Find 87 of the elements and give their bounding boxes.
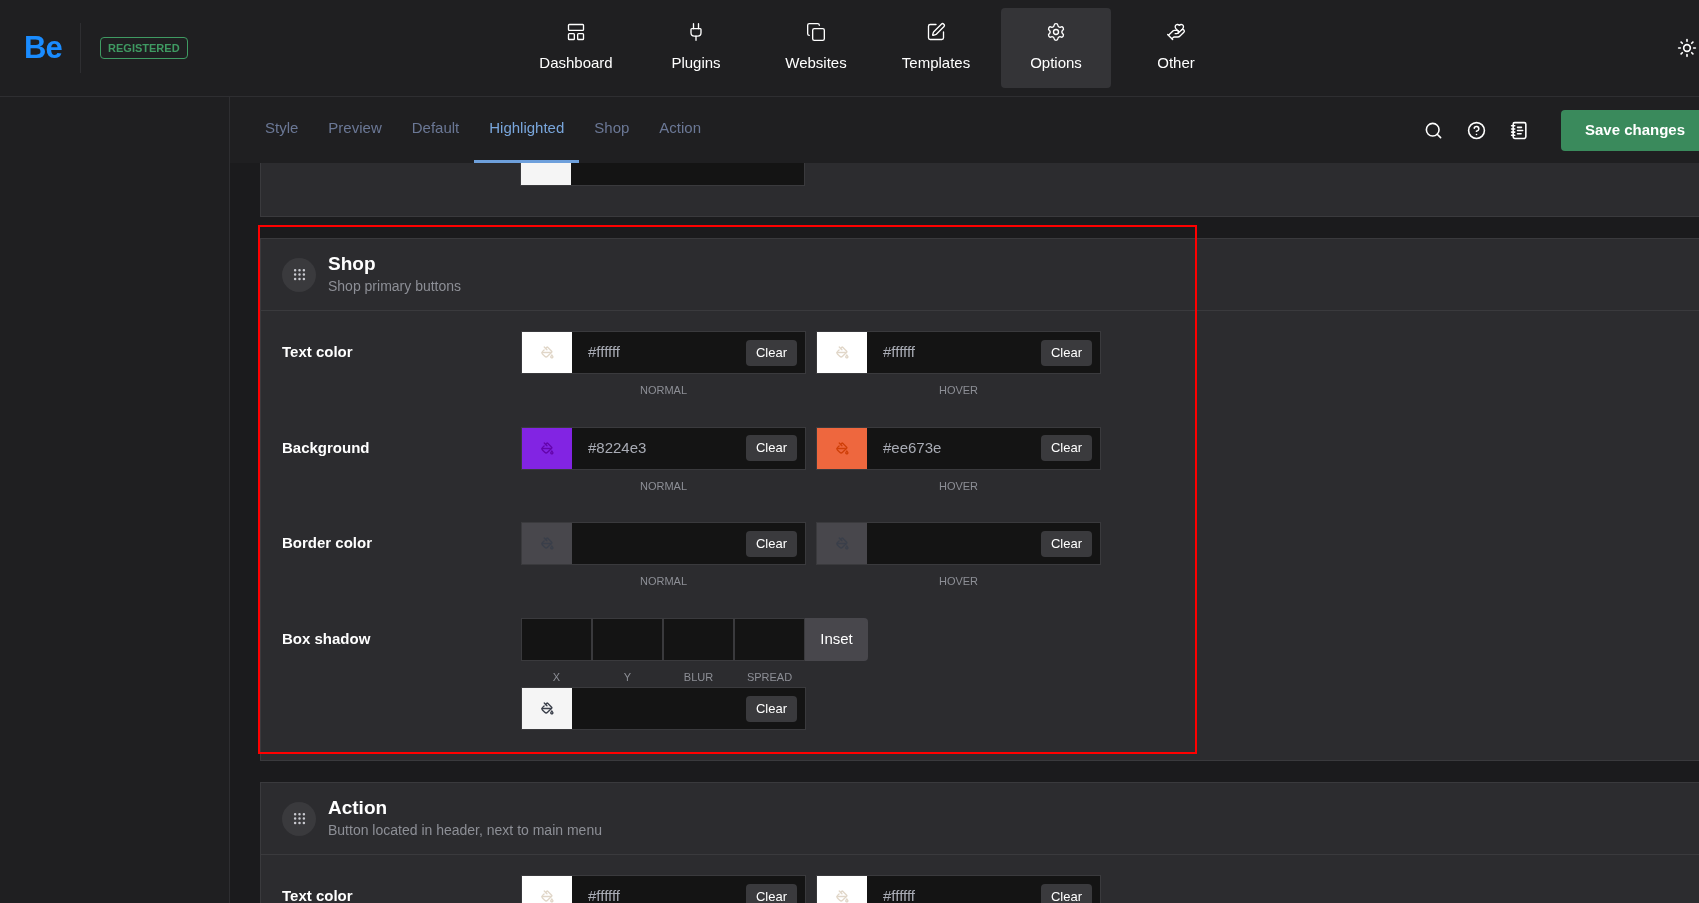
- field-caption: NORMAL: [639, 478, 688, 494]
- clear-button[interactable]: Clear: [745, 339, 797, 366]
- color-field[interactable]: Clear: [816, 522, 1101, 565]
- search-icon[interactable]: [1423, 120, 1443, 140]
- registered-badge: REGISTERED: [100, 36, 188, 60]
- field-caption: Y: [623, 669, 632, 685]
- row-label: Text color: [282, 886, 353, 903]
- nav-icon: [1046, 21, 1066, 42]
- field-caption: X: [552, 669, 561, 685]
- field-caption: NORMAL: [639, 383, 688, 398]
- nav-item[interactable]: Websites: [761, 8, 871, 88]
- color-field[interactable]: Clear: [521, 522, 806, 565]
- save-changes-button[interactable]: Save changes: [1560, 109, 1699, 151]
- clear-button[interactable]: Clear: [745, 883, 797, 903]
- color-swatch[interactable]: [817, 523, 867, 564]
- tab[interactable]: Shop: [579, 97, 645, 163]
- color-value: #ffffff: [588, 342, 620, 363]
- theme-sun-icon[interactable]: [1677, 38, 1697, 58]
- clear-button[interactable]: Clear: [1040, 339, 1092, 366]
- color-value: #ee673e: [883, 437, 942, 458]
- nav-icon: [926, 21, 946, 42]
- clear-button[interactable]: Clear: [745, 435, 797, 461]
- color-value: #8224e3: [588, 437, 647, 458]
- tab[interactable]: Action: [644, 97, 717, 163]
- paint-bucket-icon: [835, 441, 849, 455]
- color-swatch[interactable]: [522, 332, 572, 373]
- nav-item[interactable]: Other: [1121, 8, 1231, 88]
- color-swatch[interactable]: [522, 523, 572, 564]
- color-field[interactable]: #ffffff Clear: [816, 331, 1101, 374]
- field-caption: NORMAL: [639, 574, 688, 589]
- shadow-input[interactable]: [663, 617, 734, 661]
- field-caption: SPREAD: [746, 669, 793, 685]
- field-caption: BLUR: [683, 669, 714, 685]
- field-caption: HOVER: [938, 478, 979, 494]
- clear-button[interactable]: Clear: [745, 530, 797, 557]
- row-label: Text color: [282, 342, 353, 363]
- nav-icon: [806, 21, 826, 42]
- tab[interactable]: Style: [250, 97, 314, 163]
- paint-bucket-icon: [540, 346, 554, 359]
- section-subtitle: Shop primary buttons: [328, 277, 462, 296]
- paint-bucket-icon: [835, 890, 849, 903]
- nav-icon: [566, 21, 586, 42]
- grip-icon[interactable]: [282, 257, 316, 292]
- color-value: #ffffff: [883, 342, 915, 363]
- help-icon[interactable]: [1466, 120, 1486, 140]
- row-label: Box shadow: [282, 628, 371, 649]
- notes-icon[interactable]: [1509, 120, 1529, 140]
- field-caption: HOVER: [938, 574, 979, 589]
- color-swatch[interactable]: [817, 332, 867, 373]
- clear-button[interactable]: Clear: [745, 695, 797, 722]
- shadow-input[interactable]: [521, 617, 592, 661]
- color-swatch[interactable]: [522, 427, 572, 469]
- tab[interactable]: Default: [396, 97, 475, 163]
- section-subtitle: Button located in header, next to main menu: [328, 821, 602, 840]
- paint-bucket-icon: [540, 890, 554, 903]
- paint-bucket-icon: [835, 346, 849, 359]
- nav-item[interactable]: Options: [1001, 8, 1111, 88]
- color-swatch[interactable]: [522, 688, 572, 729]
- color-value: #ffffff: [883, 886, 915, 903]
- clear-button[interactable]: Clear: [1040, 883, 1092, 903]
- color-value: #ffffff: [588, 886, 620, 903]
- color-field[interactable]: #8224e3 Clear: [521, 426, 806, 470]
- paint-bucket-icon: [540, 702, 554, 715]
- nav-item[interactable]: Templates: [881, 8, 991, 88]
- color-field[interactable]: #ffffff Clear: [521, 875, 806, 903]
- tab[interactable]: Preview: [313, 97, 397, 163]
- row-label: Border color: [282, 533, 372, 554]
- inset-button[interactable]: Inset: [805, 617, 868, 661]
- paint-bucket-icon: [540, 441, 554, 455]
- shadow-input[interactable]: [592, 617, 663, 661]
- color-swatch[interactable]: [817, 427, 867, 469]
- section-title: Shop: [328, 252, 377, 276]
- row-label: Background: [282, 437, 370, 458]
- shadow-input[interactable]: [734, 617, 805, 661]
- nav-icon: [1166, 21, 1186, 42]
- color-field[interactable]: #ee673e Clear: [816, 426, 1101, 470]
- color-field[interactable]: Clear: [521, 687, 806, 730]
- field-caption: HOVER: [938, 383, 979, 398]
- grip-icon[interactable]: [282, 801, 316, 836]
- logo[interactable]: Be: [24, 24, 63, 72]
- nav-item[interactable]: Dashboard: [521, 8, 631, 88]
- color-field[interactable]: #ffffff Clear: [816, 875, 1101, 903]
- nav-item[interactable]: Plugins: [641, 8, 751, 88]
- clear-button[interactable]: Clear: [1040, 530, 1092, 557]
- section-title: Action: [328, 796, 389, 820]
- clear-button[interactable]: Clear: [1040, 435, 1092, 461]
- color-field[interactable]: #ffffff Clear: [521, 331, 806, 374]
